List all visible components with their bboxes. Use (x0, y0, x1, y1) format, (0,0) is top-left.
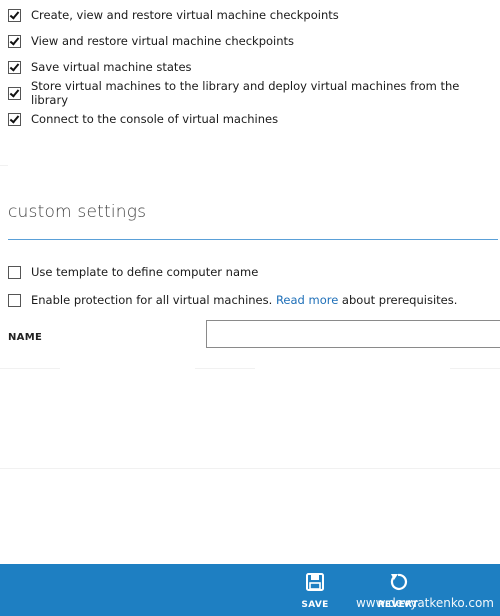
divider (0, 468, 500, 469)
permission-row-view-checkpoints[interactable]: View and restore virtual machine checkpo… (8, 33, 294, 49)
permission-label: Create, view and restore virtual machine… (31, 8, 339, 22)
name-label: NAME (8, 332, 43, 343)
command-bar: SAVE REVERT www.devyatkenko.com (0, 564, 500, 616)
permission-row-create-checkpoints[interactable]: Create, view and restore virtual machine… (8, 7, 339, 23)
divider (0, 368, 60, 369)
protection-label-suffix: about prerequisites. (338, 293, 458, 307)
protection-row[interactable]: Enable protection for all virtual machin… (8, 292, 457, 308)
permission-checkbox-save-states[interactable] (8, 60, 21, 74)
permission-label: Save virtual machine states (31, 60, 192, 74)
revert-icon (390, 573, 407, 590)
watermark: www.devyatkenko.com (355, 596, 494, 610)
use-template-checkbox[interactable] (8, 265, 21, 279)
permission-checkbox-create-checkpoints[interactable] (8, 8, 21, 22)
permission-label: Store virtual machines to the library an… (31, 79, 460, 107)
protection-checkbox[interactable] (8, 293, 21, 307)
permission-checkbox-console[interactable] (8, 112, 21, 126)
save-label: SAVE (301, 600, 329, 610)
section-divider (8, 239, 498, 240)
permission-label: Connect to the console of virtual machin… (31, 112, 279, 126)
permission-row-console[interactable]: Connect to the console of virtual machin… (8, 111, 278, 127)
permission-label: View and restore virtual machine checkpo… (31, 34, 295, 48)
permission-row-store-deploy[interactable]: Store virtual machines to the library an… (8, 79, 500, 107)
save-button[interactable]: SAVE (290, 572, 340, 610)
divider (195, 368, 255, 369)
read-more-link[interactable]: Read more (276, 293, 338, 307)
protection-label: Enable protection for all virtual machin… (31, 293, 457, 307)
use-template-row[interactable]: Use template to define computer name (8, 264, 258, 280)
protection-label-text: Enable protection for all virtual machin… (31, 293, 273, 307)
save-icon (306, 573, 324, 591)
divider (450, 368, 500, 369)
use-template-label: Use template to define computer name (31, 265, 259, 279)
section-title: custom settings (8, 202, 147, 222)
permission-checkbox-view-checkpoints[interactable] (8, 34, 21, 48)
name-input[interactable] (206, 320, 500, 348)
divider (0, 165, 8, 166)
permission-checkbox-store-deploy[interactable] (8, 86, 21, 100)
permission-row-save-states[interactable]: Save virtual machine states (8, 59, 192, 75)
